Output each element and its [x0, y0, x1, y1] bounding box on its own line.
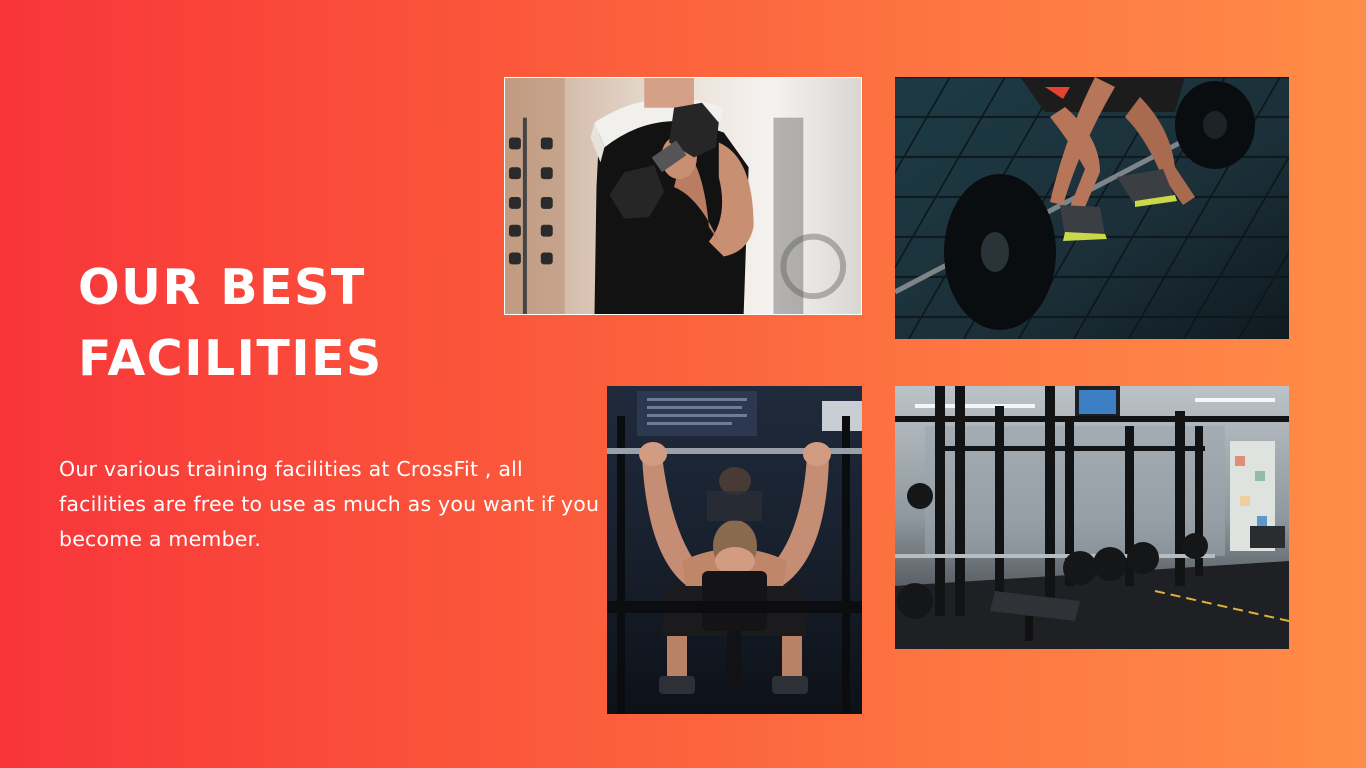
bench-press-image	[607, 386, 862, 714]
title-line-2: FACILITIES	[78, 330, 383, 387]
barbell-deadlift-photo	[895, 77, 1289, 339]
facilities-description: Our various training facilities at Cross…	[59, 457, 600, 551]
dumbbell-curl-image	[505, 78, 861, 314]
gym-racks-photo	[895, 386, 1289, 649]
page-title: OUR BEST FACILITIES	[78, 252, 383, 394]
title-line-1: OUR BEST	[78, 259, 366, 316]
barbell-deadlift-image	[895, 77, 1289, 339]
gym-racks-image	[895, 386, 1289, 649]
dumbbell-curl-photo	[504, 77, 862, 315]
slide-background: OUR BEST FACILITIES Our various training…	[0, 0, 1366, 768]
bench-press-photo	[607, 386, 862, 714]
